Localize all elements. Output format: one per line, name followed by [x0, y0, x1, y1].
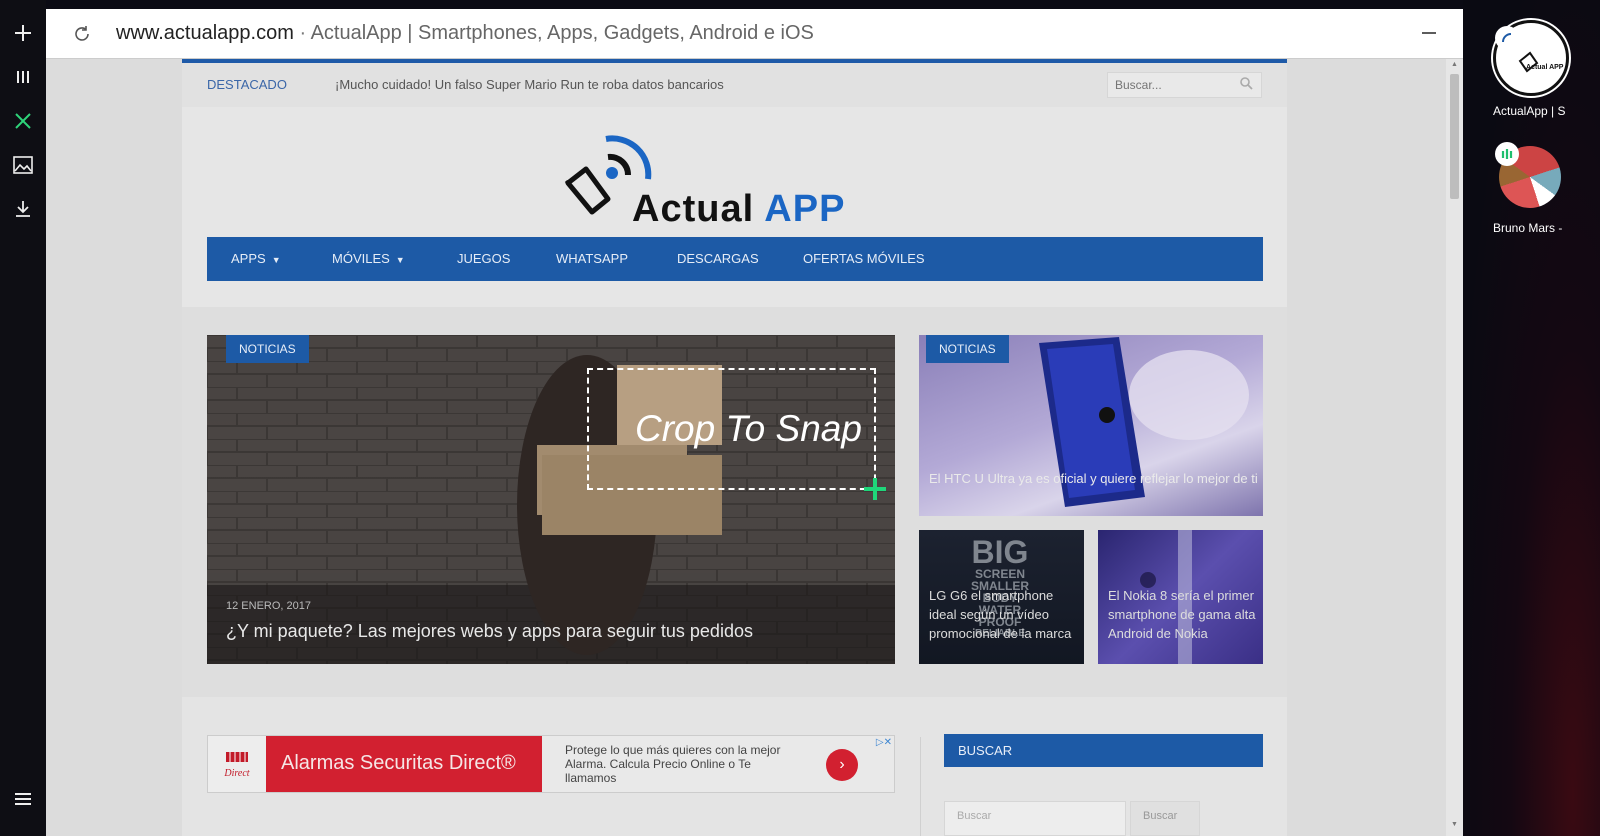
tab-badge-icon	[1495, 26, 1519, 50]
menu-icon[interactable]	[8, 784, 38, 814]
right-tab-panel: Actual APP ActualApp | S Bruno Mars -	[1463, 0, 1600, 836]
image-icon[interactable]	[8, 150, 38, 180]
audio-playing-icon	[1495, 142, 1519, 166]
download-icon[interactable]	[8, 194, 38, 224]
add-icon[interactable]	[8, 18, 38, 48]
page-title: ActualApp | Smartphones, Apps, Gadgets, …	[310, 22, 814, 44]
reload-icon[interactable]	[70, 22, 94, 46]
columns-icon[interactable]	[8, 62, 38, 92]
crop-resize-handle-icon[interactable]	[863, 477, 887, 501]
scroll-thumb[interactable]	[1450, 74, 1459, 199]
close-icon[interactable]	[8, 106, 38, 136]
crop-label: Crop To Snap	[635, 408, 862, 449]
tab-label: Bruno Mars -	[1493, 221, 1563, 235]
url-separator: ·	[299, 22, 307, 44]
tab-label: ActualApp | S	[1493, 104, 1566, 118]
url-text[interactable]: www.actualapp.com · ActualApp | Smartpho…	[116, 22, 814, 45]
minimize-icon[interactable]	[1417, 21, 1441, 45]
scroll-up-icon[interactable]: ▲	[1450, 61, 1459, 71]
address-bar[interactable]: www.actualapp.com · ActualApp | Smartpho…	[46, 9, 1463, 59]
left-toolbar	[0, 0, 46, 836]
page-scrollbar[interactable]: ▲ ▼	[1446, 59, 1463, 836]
url-domain: www.actualapp.com	[116, 22, 294, 44]
scroll-down-icon[interactable]: ▼	[1450, 821, 1459, 831]
svg-text:Actual APP: Actual APP	[1526, 64, 1564, 71]
